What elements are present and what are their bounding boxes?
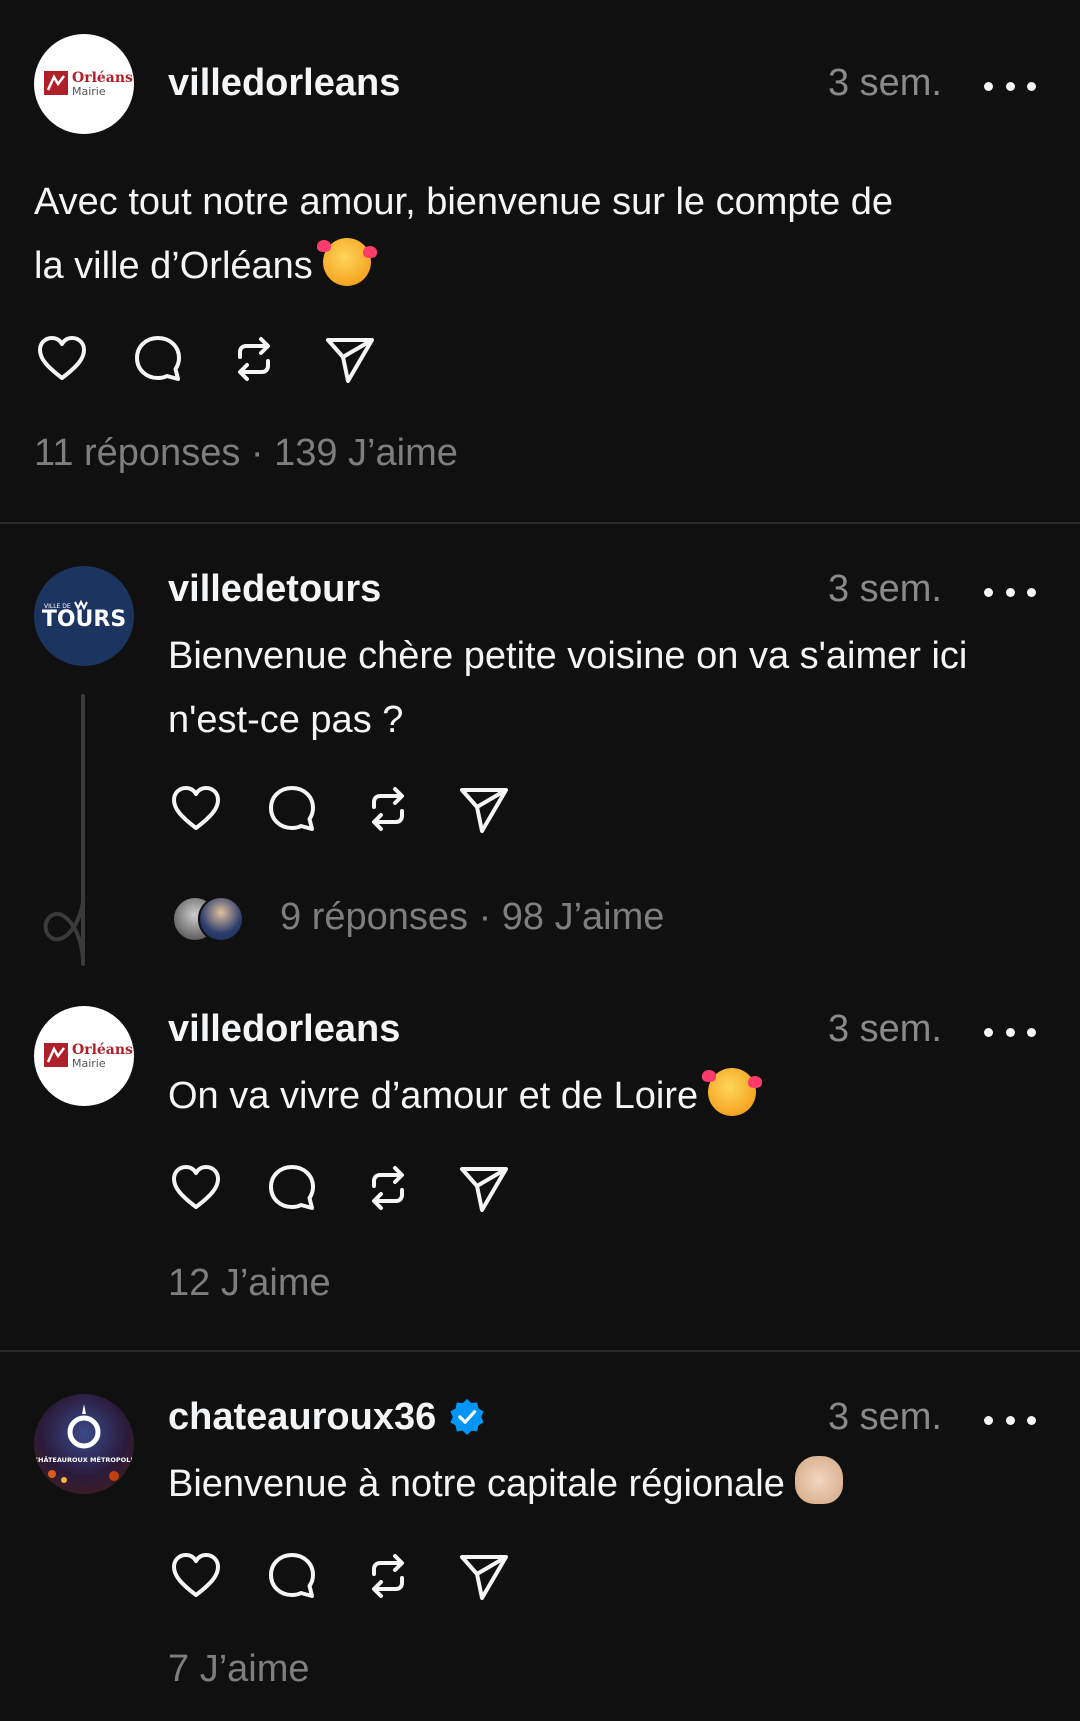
action-bar — [168, 1160, 512, 1216]
replier-avatars[interactable] — [172, 896, 244, 942]
action-bar — [168, 1548, 512, 1604]
timestamp: 3 sem. — [827, 1008, 942, 1050]
post-text-line-1: Bienvenue chère petite voisine on va s'a… — [168, 635, 968, 677]
post-text: Bienvenue à notre capitale régionale — [168, 1452, 1048, 1516]
heart-icon[interactable] — [168, 781, 224, 837]
svg-text:Orléans: Orléans — [72, 70, 133, 86]
svg-text:Mairie: Mairie — [72, 85, 106, 98]
avatar-text: TOURS — [42, 607, 126, 632]
action-bar — [34, 331, 378, 387]
post-text-line-2-content: la ville d’Orléans — [34, 245, 313, 287]
username[interactable]: villedorleans — [168, 62, 400, 105]
username[interactable]: chateauroux36 — [168, 1396, 486, 1439]
orleans-logo-icon: Orléans Mairie — [44, 70, 133, 98]
repost-icon[interactable] — [360, 781, 416, 837]
post-text: Bienvenue chère petite voisine on va s'a… — [168, 624, 1048, 752]
comment-icon[interactable] — [130, 331, 186, 387]
tours-logo-icon: VILLE DE TOURS — [42, 599, 126, 632]
username[interactable]: villedorleans — [168, 1008, 400, 1051]
post-2: VILLE DE TOURS villedetours 3 sem. Bienv… — [0, 524, 1080, 984]
replier-avatar — [198, 896, 244, 942]
username[interactable]: villedetours — [168, 568, 381, 611]
post-stats[interactable]: 9 réponses · 98 J’aime — [280, 896, 664, 939]
heart-icon[interactable] — [168, 1548, 224, 1604]
post-text-line-2: la ville d’Orléans — [34, 234, 1034, 298]
post-stats[interactable]: 12 J’aime — [168, 1262, 331, 1305]
verified-badge-icon — [450, 1398, 484, 1435]
comment-icon[interactable] — [264, 1160, 320, 1216]
svg-text:Orléans: Orléans — [72, 1042, 133, 1058]
share-icon[interactable] — [322, 331, 378, 387]
smiling-face-with-hearts-icon — [702, 1068, 763, 1116]
share-icon[interactable] — [456, 1160, 512, 1216]
svg-text:Mairie: Mairie — [72, 1057, 106, 1070]
repost-icon[interactable] — [360, 1548, 416, 1604]
post-text-line-1: Bienvenue à notre capitale régionale — [168, 1452, 1048, 1516]
post-text-line-2: n'est-ce pas ? — [168, 699, 404, 741]
orleans-logo-icon: Orléans Mairie — [44, 1042, 133, 1070]
more-icon[interactable] — [984, 1014, 1036, 1050]
username-text: chateauroux36 — [168, 1396, 437, 1438]
post-text-line-1: On va vivre d’amour et de Loire — [168, 1064, 1048, 1128]
post-text: Avec tout notre amour, bienvenue sur le … — [34, 170, 1034, 298]
avatar-villedorleans[interactable]: Orléans Mairie — [34, 1006, 134, 1106]
post-text-line-1: Avec tout notre amour, bienvenue sur le … — [34, 181, 894, 223]
share-icon[interactable] — [456, 781, 512, 837]
avatar-villedorleans[interactable]: Orléans Mairie — [34, 34, 134, 134]
timestamp: 3 sem. — [827, 1396, 942, 1438]
smiling-face-with-hearts-icon — [316, 238, 377, 286]
share-icon[interactable] — [456, 1548, 512, 1604]
timestamp: 3 sem. — [827, 62, 942, 104]
post-3: Orléans Mairie villedorleans 3 sem. On v… — [0, 984, 1080, 1350]
repost-icon[interactable] — [226, 331, 282, 387]
more-icon[interactable] — [984, 68, 1036, 104]
comment-icon[interactable] — [264, 781, 320, 837]
post-4: CHÂTEAUROUX MÉTROPOLE chateauroux36 3 se… — [0, 1352, 1080, 1721]
more-icon[interactable] — [984, 574, 1036, 610]
more-icon[interactable] — [984, 1402, 1036, 1438]
post-stats[interactable]: 11 réponses · 139 J’aime — [34, 432, 458, 475]
heart-icon[interactable] — [168, 1160, 224, 1216]
timestamp: 3 sem. — [827, 568, 942, 610]
waving-hand-icon — [794, 1456, 843, 1504]
repost-icon[interactable] — [360, 1160, 416, 1216]
chateauroux-logo-icon: CHÂTEAUROUX MÉTROPOLE — [34, 1404, 134, 1483]
post-text-line-1-content: Bienvenue à notre capitale régionale — [168, 1463, 785, 1505]
post-stats[interactable]: 7 J’aime — [168, 1648, 310, 1691]
avatar-villedetours[interactable]: VILLE DE TOURS — [34, 566, 134, 666]
post-1: Orléans Mairie villedorleans 3 sem. Avec… — [0, 0, 1080, 520]
post-text: On va vivre d’amour et de Loire — [168, 1064, 1048, 1128]
action-bar — [168, 781, 512, 837]
avatar-chateauroux36[interactable]: CHÂTEAUROUX MÉTROPOLE — [34, 1394, 134, 1494]
comment-icon[interactable] — [264, 1548, 320, 1604]
thread-loop-icon — [43, 900, 85, 966]
avatar-text: CHÂTEAUROUX MÉTROPOLE — [34, 1455, 134, 1464]
post-text-line-1-content: On va vivre d’amour et de Loire — [168, 1075, 699, 1117]
heart-icon[interactable] — [34, 331, 90, 387]
